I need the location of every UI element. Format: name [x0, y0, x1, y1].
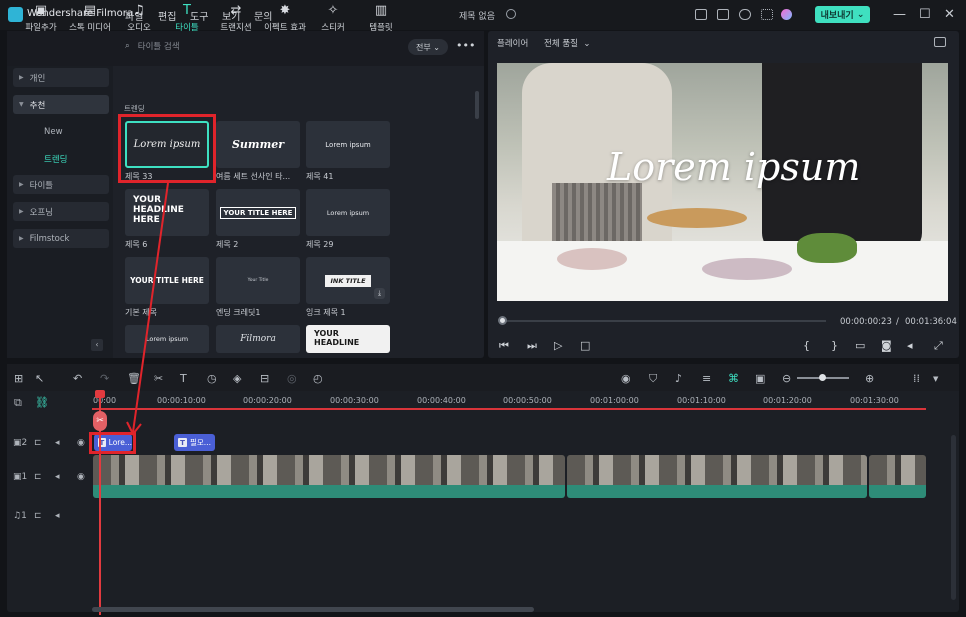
drag-arrow-line	[132, 182, 169, 433]
drag-arrow-overlay	[126, 182, 169, 436]
filmora-window: Wondershare Filmora 파일 편집 도구 보기 문의 제목 없음…	[0, 0, 966, 617]
